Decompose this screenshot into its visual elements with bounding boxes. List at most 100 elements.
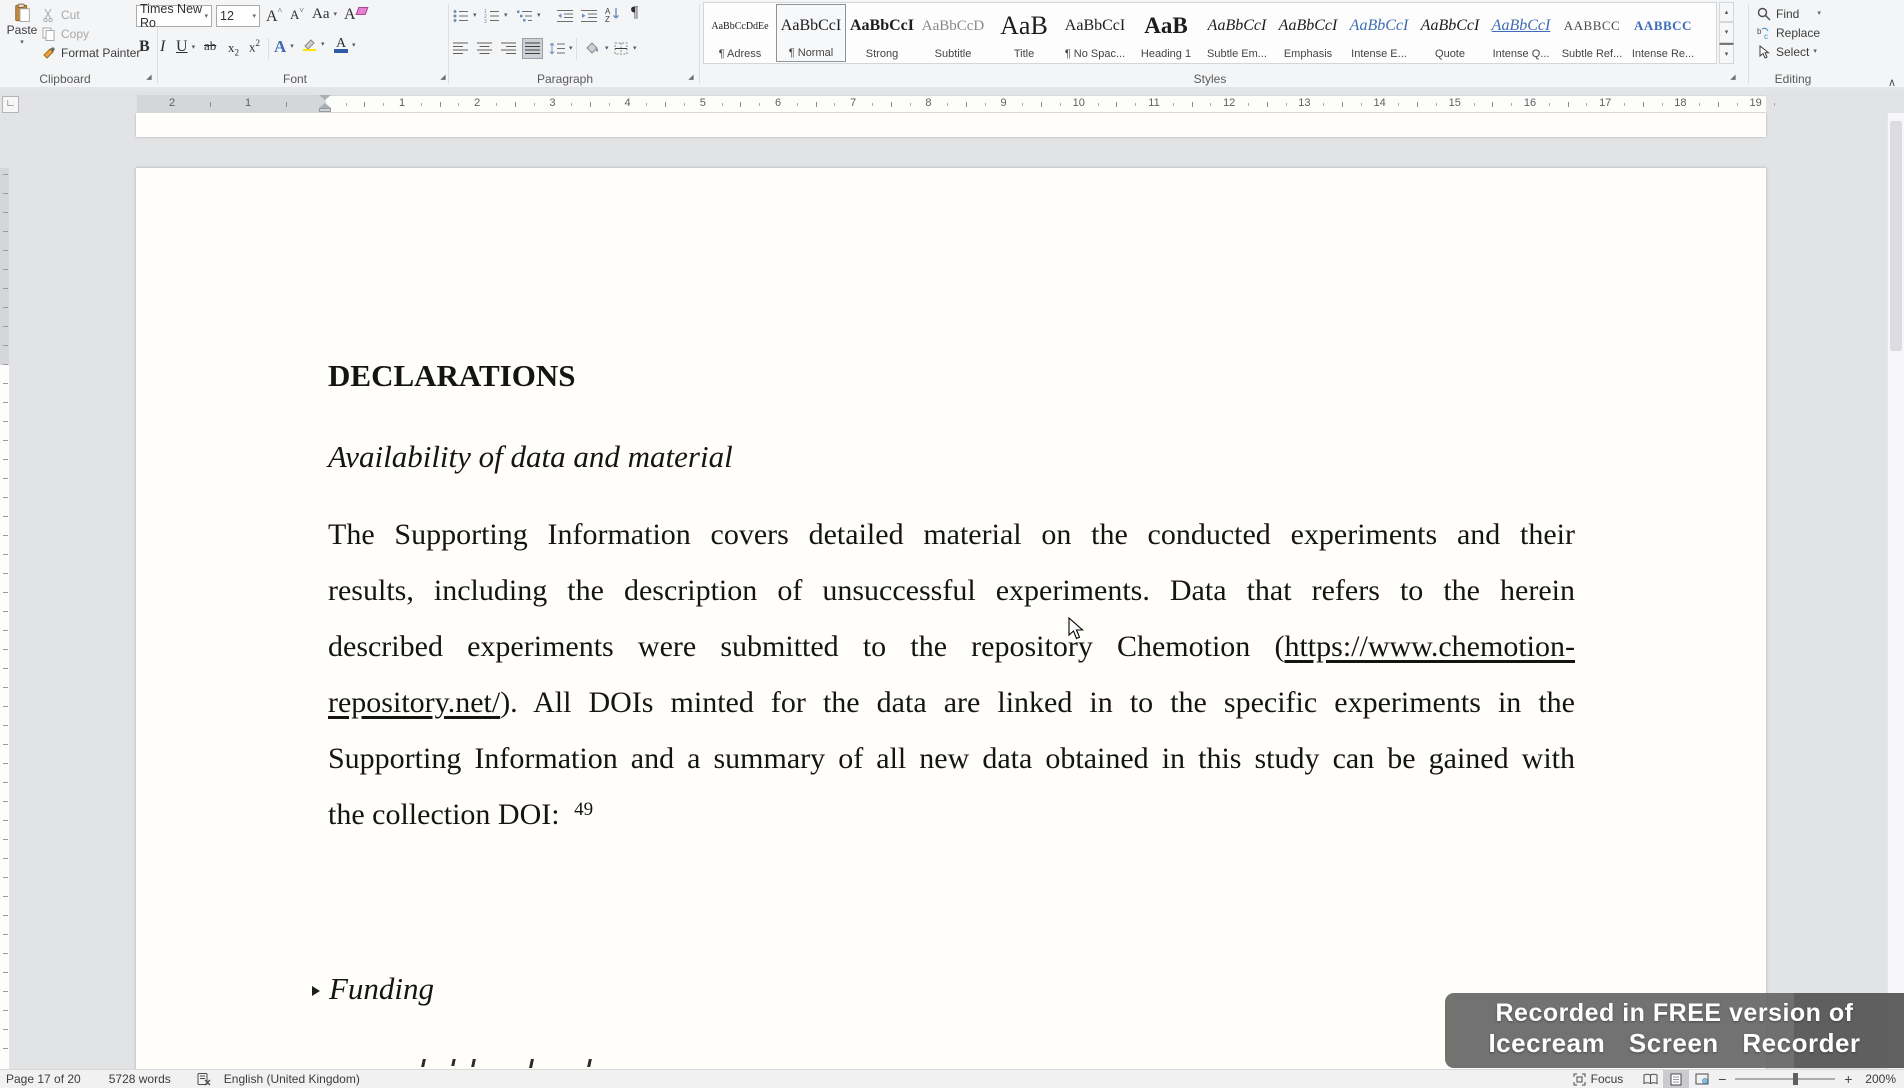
style-chip-title[interactable]: AaBTitle [989,4,1059,62]
italic-button[interactable]: I [160,39,165,55]
increase-indent-button[interactable] [580,7,597,24]
vertical-ruler[interactable] [0,168,9,1069]
zoom-slider-thumb[interactable] [1793,1073,1798,1085]
select-button[interactable]: Select▾ [1755,43,1817,60]
style-chip-subtitle[interactable]: AaBbCcDSubtitle [918,4,988,62]
style-chip-quote[interactable]: AaBbCcIQuote [1415,4,1485,62]
line-spacing-button[interactable]: ▾ [548,40,573,57]
read-mode-button[interactable] [1637,1070,1663,1088]
multilevel-list-button[interactable]: ▾ [516,7,541,24]
decrease-indent-button[interactable] [556,7,573,24]
ruler-tick [534,103,535,106]
citation-superscript[interactable]: 49 [574,799,593,820]
find-button[interactable]: Find▾ [1755,5,1821,22]
focus-button[interactable]: Focus [1573,1072,1624,1086]
show-paragraph-marks-button[interactable]: ¶ [631,5,638,21]
styles-scroll-down-icon[interactable]: ▾ [1719,22,1734,42]
ruler-tick [1718,102,1719,107]
grow-font-button[interactable]: A˄ [266,7,282,25]
paste-button[interactable]: Paste ▾ [5,4,39,46]
superscript-button[interactable]: x2 [249,39,260,53]
styles-more-icon[interactable]: ▾ [1719,43,1734,64]
highlight-color-button[interactable]: ▾ [302,38,325,51]
style-chip--normal[interactable]: AaBbCcI¶ Normal [776,4,846,62]
decrease-indent-icon [556,7,573,24]
justify-button[interactable] [523,39,542,58]
subsection-heading[interactable]: Availability of data and material [328,439,733,475]
hyperlink[interactable]: https://www.chemotion- [1284,630,1575,663]
tab-selector[interactable]: ∟ [2,96,19,113]
bold-button[interactable]: B [139,39,150,55]
paragraph-line[interactable]: The Supporting Information covers detail… [328,518,1575,552]
zoom-out-button[interactable]: − [1715,1072,1729,1086]
bullets-button[interactable]: ▾ [452,7,477,24]
styles-dialog-launcher[interactable] [1726,70,1741,84]
indent-markers[interactable] [319,95,331,113]
document-page[interactable]: DECLARATIONS Availability of data and ma… [136,168,1766,1069]
paragraph-line[interactable]: Supporting Information and a summary of … [328,742,1575,776]
style-chip-subtle-ref-[interactable]: AABBCCSubtle Ref... [1557,4,1627,62]
language-indicator[interactable]: English (United Kingdom) [224,1072,360,1086]
left-indent-marker[interactable] [319,108,331,112]
strikethrough-button[interactable]: ab [204,39,216,52]
align-left-button[interactable] [452,40,469,57]
styles-scroll-up-icon[interactable]: ▴ [1719,2,1734,22]
align-center-button[interactable] [476,40,493,57]
style-chip-subtle-em-[interactable]: AaBbCcISubtle Em... [1202,4,1272,62]
style-chip--no-spac-[interactable]: AaBbCcI¶ No Spac... [1060,4,1130,62]
numbering-button[interactable]: 123▾ [483,7,508,24]
style-chip-emphasis[interactable]: AaBbCcIEmphasis [1273,4,1343,62]
font-size-dropdown-icon[interactable]: ▾ [252,12,256,20]
ruler-tick [1474,103,1475,106]
font-color-button[interactable]: A ▾ [334,38,356,53]
format-painter-button[interactable]: Format Painter [40,44,140,61]
zoom-level[interactable]: 200% [1865,1072,1896,1086]
align-right-button[interactable] [500,40,517,57]
style-chip-intense-re-[interactable]: AABBCCIntense Re... [1628,4,1698,62]
shrink-font-button[interactable]: A˅ [290,7,304,21]
funding-heading[interactable]: Funding [329,971,434,1007]
paragraph-dialog-launcher[interactable] [684,70,699,84]
zoom-in-button[interactable]: + [1841,1072,1855,1086]
proofing-status-icon[interactable] [197,1072,212,1086]
print-layout-button[interactable] [1663,1070,1689,1088]
hyperlink[interactable]: repository.net/ [328,686,500,719]
clear-formatting-button[interactable]: A [344,7,367,23]
first-line-indent-marker[interactable] [319,95,331,100]
word-count[interactable]: 5728 words [109,1072,171,1086]
replace-button[interactable]: bc Replace [1755,24,1820,41]
font-size-combobox[interactable]: 12▾ [216,5,260,27]
copy-button[interactable]: Copy [40,25,89,42]
scrollbar-thumb[interactable] [1890,121,1902,351]
sort-button[interactable]: AZ [604,5,621,22]
style-chip--adress[interactable]: AaBbCcDdEe¶ Adress [705,4,775,62]
vertical-scrollbar[interactable] [1887,113,1904,1069]
font-name-dropdown-icon[interactable]: ▾ [204,12,208,20]
page-indicator[interactable]: Page 17 of 20 [6,1072,81,1086]
zoom-slider[interactable] [1735,1078,1835,1080]
web-layout-button[interactable] [1689,1070,1715,1088]
text-effects-button[interactable]: A▾ [274,38,294,55]
paragraph-line[interactable]: results, including the description of un… [328,574,1575,608]
shading-button[interactable]: ▾ [584,40,609,57]
style-chip-intense-q-[interactable]: AaBbCcIIntense Q... [1486,4,1556,62]
paragraph-line[interactable]: the collection DOI: 49 [328,798,1575,832]
borders-button[interactable]: ▾ [612,40,637,57]
style-chip-intense-e-[interactable]: AaBbCcIIntense E... [1344,4,1414,62]
horizontal-ruler[interactable]: ∟ 2112345678910111213141516171819 [0,95,1904,113]
subscript-button[interactable]: x2 [228,41,239,58]
style-chip-strong[interactable]: AaBbCcIStrong [847,4,917,62]
paragraph-line[interactable]: described experiments were submitted to … [328,630,1575,664]
font-name-combobox[interactable]: Times New Ro▾ [136,5,212,27]
paste-dropdown-icon[interactable]: ▾ [20,39,24,46]
ruler-tick [364,102,365,107]
collapse-ribbon-icon[interactable]: ∧ [1888,76,1896,89]
heading-collapse-triangle-icon[interactable] [312,986,320,996]
style-chip-heading-1[interactable]: AaBHeading 1 [1131,4,1201,62]
cut-button[interactable]: Cut [40,6,80,23]
paragraph-line[interactable]: repository.net/). All DOIs minted for th… [328,686,1575,720]
clipboard-dialog-launcher[interactable] [142,70,157,84]
change-case-button[interactable]: Aa▾ [312,7,337,22]
section-heading[interactable]: DECLARATIONS [328,358,575,394]
underline-button[interactable]: U▾ [176,39,195,55]
